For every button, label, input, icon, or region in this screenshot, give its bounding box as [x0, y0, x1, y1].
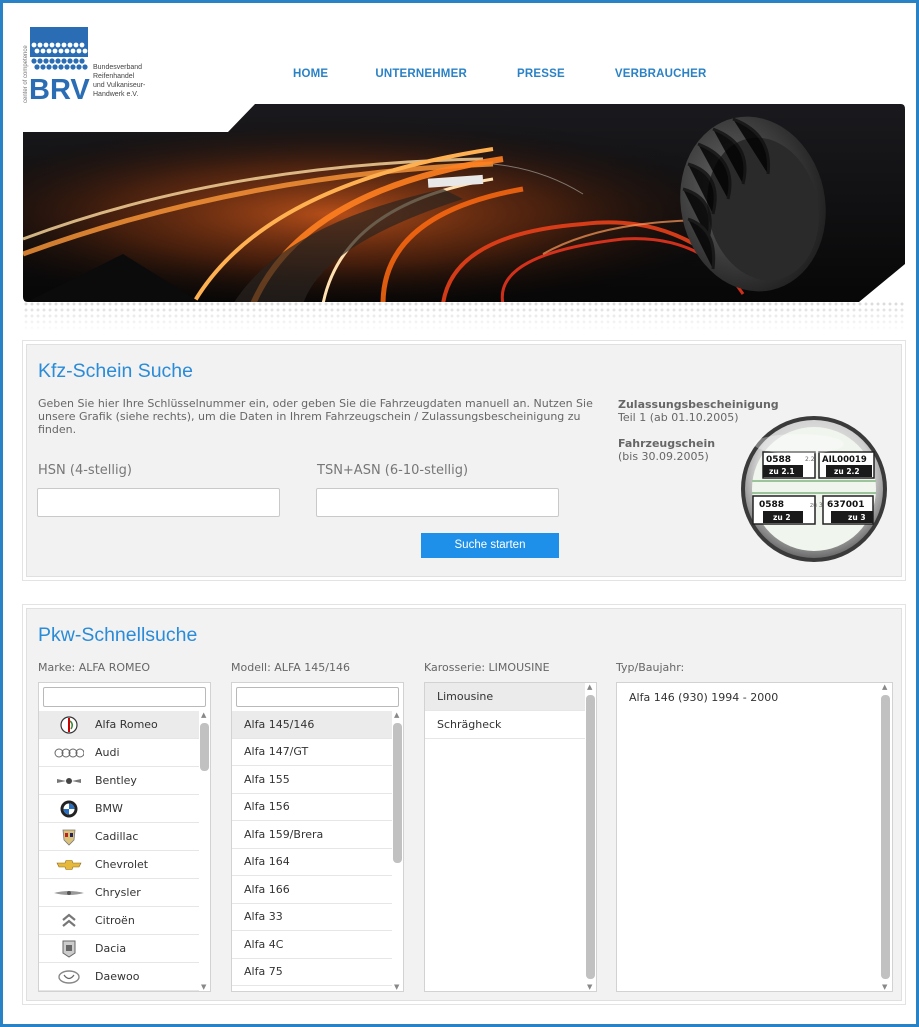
citroen-logo-icon	[51, 911, 87, 931]
list-item[interactable]: Alfa 156	[232, 794, 392, 821]
scroll-down-icon[interactable]: ▼	[394, 983, 399, 991]
modell-listbox: Alfa 145/146 Alfa 147/GT Alfa 155 Alfa 1…	[231, 682, 404, 992]
graphic-v2: AIL00019	[822, 455, 867, 465]
typ-label: Typ/Baujahr:	[616, 661, 685, 674]
karosserie-scrollbar[interactable]: ▲ ▼	[585, 683, 596, 991]
kfz-title: Kfz-Schein Suche	[38, 360, 194, 382]
nav-verbraucher[interactable]: VERBRAUCHER	[615, 68, 707, 80]
nav-unternehmer[interactable]: UNTERNEHMER	[375, 68, 467, 80]
list-item[interactable]: Alfa 159/Brera	[232, 821, 392, 849]
fs-info: Fahrzeugschein (bis 30.09.2005)	[618, 437, 715, 463]
logo-org-4: Handwerk e.V.	[93, 91, 138, 98]
registration-graphic: 0588 zu 2.1 2.2 AIL00019 zu 2.2 0588 zu …	[739, 414, 889, 564]
search-start-button[interactable]: Suche starten	[421, 533, 559, 558]
scroll-up-icon[interactable]: ▲	[201, 711, 206, 719]
modell-scrollbar[interactable]: ▲ ▼	[392, 711, 403, 991]
hsn-input[interactable]	[37, 488, 280, 517]
zb-title: Zulassungsbescheinigung	[618, 398, 779, 411]
graphic-v2-label: zu 2.2	[834, 467, 860, 476]
kfz-intro: Geben Sie hier Ihre Schlüsselnummer ein,…	[38, 397, 593, 436]
list-item[interactable]: Alfa 147/GT	[232, 739, 392, 766]
list-item[interactable]: Alfa 146 (930) 1994 - 2000	[617, 683, 879, 711]
tsn-input[interactable]	[316, 488, 559, 517]
bmw-logo-icon	[51, 799, 87, 819]
list-item[interactable]: Limousine	[425, 683, 585, 711]
hero-banner	[23, 104, 905, 304]
list-item[interactable]: Bentley	[39, 767, 199, 795]
audi-logo-icon	[51, 743, 87, 763]
nav-home[interactable]: HOME	[293, 68, 328, 80]
modell-label: Modell: ALFA 145/146	[231, 661, 350, 674]
list-item[interactable]: Cadillac	[39, 823, 199, 851]
marke-filter-input[interactable]	[43, 687, 206, 707]
karosserie-label: Karosserie: LIMOUSINE	[424, 661, 550, 674]
graphic-v3b: zu 3	[810, 502, 823, 509]
brv-logo[interactable]: center of competence BRV Bundesverband R…	[20, 23, 155, 106]
zb-sub: Teil 1 (ab 01.10.2005)	[618, 411, 739, 424]
pkw-quicksearch-panel: Pkw-Schnellsuche Marke: ALFA ROMEO Model…	[22, 604, 906, 1005]
list-item[interactable]: Citroën	[39, 907, 199, 935]
bentley-logo-icon	[51, 771, 87, 791]
tsn-label: TSN+ASN (6-10-stellig)	[317, 463, 469, 478]
list-item[interactable]: Dacia	[39, 935, 199, 963]
list-item[interactable]: Alfa 164	[232, 849, 392, 876]
list-item[interactable]: Audi	[39, 739, 199, 767]
chrysler-logo-icon	[51, 883, 87, 903]
alfa-romeo-logo-icon	[51, 715, 87, 735]
marke-label: Marke: ALFA ROMEO	[38, 661, 151, 674]
fs-title: Fahrzeugschein	[618, 437, 716, 450]
scroll-thumb[interactable]	[200, 723, 209, 771]
daewoo-logo-icon	[51, 967, 87, 987]
logo-org-3: und Vulkaniseur-	[93, 82, 146, 89]
typ-listbox: Alfa 146 (930) 1994 - 2000 ▲ ▼	[616, 682, 893, 992]
scroll-down-icon[interactable]: ▼	[882, 983, 887, 991]
list-item[interactable]: Alfa 145/146	[232, 711, 392, 739]
karosserie-listbox: Limousine Schrägheck ▲ ▼	[424, 682, 597, 992]
scroll-thumb[interactable]	[586, 695, 595, 979]
list-item[interactable]: Alfa 33	[232, 904, 392, 931]
scroll-up-icon[interactable]: ▲	[882, 683, 887, 691]
list-item[interactable]: Chrysler	[39, 879, 199, 907]
kfz-search-panel: Kfz-Schein Suche Geben Sie hier Ihre Sch…	[22, 340, 906, 581]
hsn-label: HSN (4-stellig)	[38, 463, 132, 478]
graphic-v4-label: zu 3	[848, 513, 866, 522]
cadillac-logo-icon	[51, 827, 87, 847]
fs-sub: (bis 30.09.2005)	[618, 450, 709, 463]
graphic-v3: 0588	[759, 500, 784, 510]
nav-presse[interactable]: PRESSE	[517, 68, 565, 80]
list-item[interactable]: Alfa 155	[232, 766, 392, 794]
list-item[interactable]: Alfa 166	[232, 876, 392, 904]
scroll-up-icon[interactable]: ▲	[587, 683, 592, 691]
graphic-v3-label: zu 2	[773, 513, 791, 522]
scroll-up-icon[interactable]: ▲	[394, 711, 399, 719]
marke-listbox: Alfa Romeo Audi Bentley BMW Cadillac Che…	[38, 682, 211, 992]
graphic-v1-label: zu 2.1	[769, 467, 795, 476]
pkw-title: Pkw-Schnellsuche	[38, 624, 198, 646]
list-item[interactable]: Alfa 75	[232, 959, 392, 986]
list-item[interactable]: Daewoo	[39, 963, 199, 991]
list-item[interactable]: Chevrolet	[39, 851, 199, 879]
list-item[interactable]: BMW	[39, 795, 199, 823]
list-item[interactable]: Schrägheck	[425, 711, 585, 739]
logo-abbr: BRV	[29, 74, 90, 105]
dot-pattern	[23, 301, 905, 331]
typ-scrollbar[interactable]: ▲ ▼	[880, 683, 892, 991]
modell-filter-input[interactable]	[236, 687, 399, 707]
list-item[interactable]: Alfa 4C	[232, 931, 392, 959]
graphic-v1b: 2.2	[805, 456, 815, 463]
logo-org-2: Reifenhandel	[93, 73, 135, 80]
dacia-logo-icon	[51, 939, 87, 959]
marke-scrollbar[interactable]: ▲ ▼	[199, 711, 210, 991]
main-nav: HOME UNTERNEHMER PRESSE VERBRAUCHER	[293, 68, 706, 80]
scroll-thumb[interactable]	[393, 723, 402, 863]
graphic-v1: 0588	[766, 455, 791, 465]
page-frame: center of competence BRV Bundesverband R…	[0, 0, 919, 1027]
scroll-thumb[interactable]	[881, 695, 890, 979]
list-item[interactable]: Alfa Romeo	[39, 711, 199, 739]
scroll-down-icon[interactable]: ▼	[201, 983, 206, 991]
graphic-v4: 637001	[827, 500, 865, 510]
scroll-down-icon[interactable]: ▼	[587, 983, 592, 991]
logo-org-1: Bundesverband	[93, 64, 142, 71]
chevrolet-logo-icon	[51, 855, 87, 875]
